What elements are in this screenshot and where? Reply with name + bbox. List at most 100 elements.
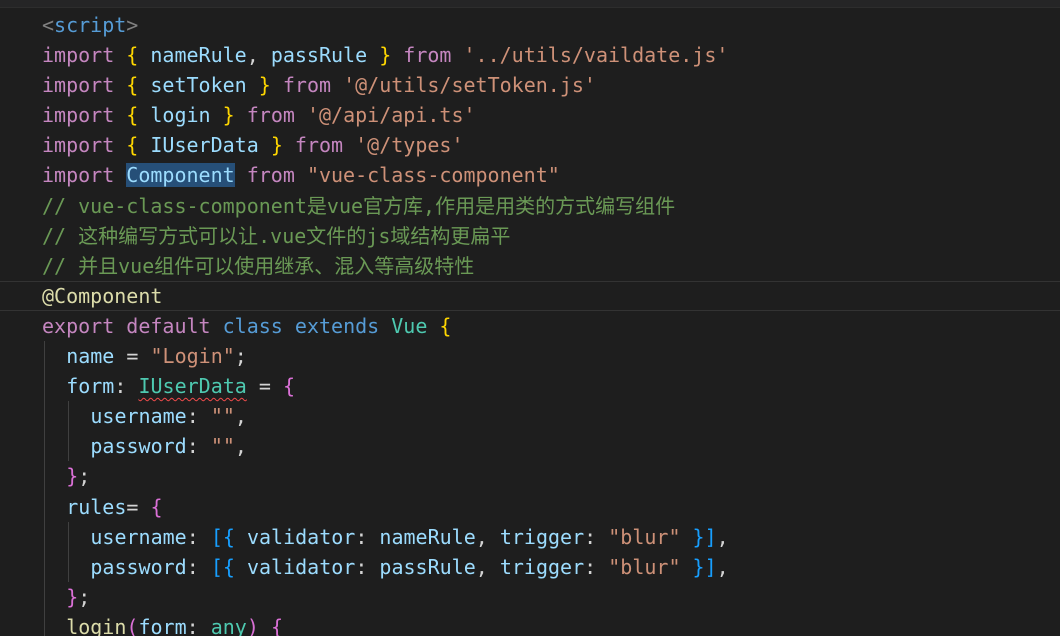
code-line[interactable]: <script> <box>0 10 1060 40</box>
code-token: '../utils/vaildate.js' <box>463 43 729 68</box>
code-token: import <box>42 73 115 98</box>
code-token: : <box>114 374 139 399</box>
code-token: { <box>126 103 139 128</box>
code-token: }] <box>692 554 717 579</box>
code-line-text: // 并且vue组件可以使用继承、混入等高级特性 <box>42 251 474 281</box>
code-line-text: import { nameRule, passRule } from '../u… <box>42 40 728 70</box>
code-editor[interactable]: <script> import { nameRule, passRule } fr… <box>0 0 1060 636</box>
code-token: } <box>66 584 79 609</box>
code-token: : <box>186 554 211 579</box>
code-line[interactable]: password: "", <box>0 431 1060 462</box>
code-line[interactable]: // 并且vue组件可以使用继承、混入等高级特性 <box>0 251 1060 281</box>
code-line[interactable]: export default class extends Vue { <box>0 311 1060 341</box>
code-line[interactable]: login(form: any) { <box>0 611 1060 636</box>
code-token: from <box>294 133 344 158</box>
code-line-text: <script> <box>42 10 138 40</box>
code-token: rules <box>66 494 127 519</box>
code-line-text: }; <box>66 582 90 612</box>
code-token: } <box>379 43 392 68</box>
code-token: '@/api/api.ts' <box>306 103 476 128</box>
code-token: extends <box>294 313 380 338</box>
code-line-text: @Component <box>42 281 162 311</box>
code-token: from <box>403 43 452 68</box>
code-token: validator <box>246 554 356 579</box>
code-token: , <box>716 524 729 549</box>
code-token: form <box>138 614 187 636</box>
code-line[interactable]: import { IUserData } from '@/types' <box>0 130 1060 160</box>
code-line[interactable]: }; <box>0 581 1060 612</box>
code-token: trigger <box>499 524 585 549</box>
code-token: @Component <box>42 283 163 308</box>
code-token: "blur" <box>608 554 681 579</box>
code-line[interactable]: import { login } from '@/api/api.ts' <box>0 100 1060 130</box>
code-token: validator <box>246 524 356 549</box>
code-line[interactable]: rules= { <box>0 491 1060 522</box>
code-token: form <box>66 374 115 399</box>
code-token: "Login" <box>150 344 235 369</box>
code-token: username <box>90 404 187 429</box>
code-token: } <box>222 103 235 128</box>
code-line[interactable]: import { setToken } from '@/utils/setTok… <box>0 70 1060 100</box>
code-token: Vue <box>391 313 428 338</box>
indent-guide <box>44 431 45 462</box>
code-token: ( <box>126 614 139 636</box>
indent-guide <box>68 521 70 552</box>
code-line[interactable]: password: [{ validator: passRule, trigge… <box>0 551 1060 582</box>
code-token: any <box>210 614 247 636</box>
code-token: '@/utils/setToken.js' <box>343 73 596 98</box>
indent-guide <box>44 341 45 372</box>
code-line[interactable]: import { nameRule, passRule } from '../u… <box>0 40 1060 70</box>
code-line[interactable]: }; <box>0 461 1060 492</box>
code-token: script <box>54 13 127 37</box>
code-line[interactable]: // vue-class-component是vue官方库,作用是用类的方式编写… <box>0 191 1060 221</box>
code-line-text: form: IUserData = { <box>66 371 295 401</box>
code-line[interactable]: username: [{ validator: nameRule, trigge… <box>0 521 1060 552</box>
code-token: from <box>246 103 295 128</box>
code-line[interactable]: username: "", <box>0 401 1060 432</box>
code-line[interactable]: // 这种编写方式可以让.vue文件的js域结构更扁平 <box>0 221 1060 251</box>
code-token: password <box>90 434 187 459</box>
code-token: ; <box>78 584 91 609</box>
code-line-text: // vue-class-component是vue官方库,作用是用类的方式编写… <box>42 191 675 221</box>
indent-guide <box>44 521 45 552</box>
code-token: = <box>114 344 151 369</box>
code-line[interactable]: @Component <box>0 281 1060 311</box>
code-token: { <box>126 43 139 68</box>
code-token: passRule <box>379 554 476 579</box>
code-token: } <box>258 73 271 98</box>
code-token: login <box>150 103 211 128</box>
code-line[interactable]: import Component from "vue-class-compone… <box>0 160 1060 190</box>
code-line[interactable]: form: IUserData = { <box>0 371 1060 402</box>
code-token: { <box>282 374 295 399</box>
code-token: setToken <box>150 73 247 98</box>
code-token: ; <box>234 344 247 369</box>
code-line-text: username: "", <box>90 401 247 431</box>
code-area[interactable]: <script> import { nameRule, passRule } fr… <box>0 10 1060 636</box>
code-line[interactable]: name = "Login"; <box>0 341 1060 372</box>
code-token: : <box>355 524 380 549</box>
code-token: , <box>475 554 500 579</box>
code-token: } <box>66 464 79 489</box>
code-line-text: import { IUserData } from '@/types' <box>42 130 464 160</box>
editor-breadcrumb-bar <box>0 0 1060 8</box>
code-token: : <box>355 554 380 579</box>
code-line-text: username: [{ validator: nameRule, trigge… <box>90 522 728 552</box>
code-line-text: password: [{ validator: passRule, trigge… <box>90 552 728 582</box>
code-line-text: export default class extends Vue { <box>42 311 451 341</box>
code-token: , <box>475 524 500 549</box>
code-line-text: rules= { <box>66 492 162 522</box>
